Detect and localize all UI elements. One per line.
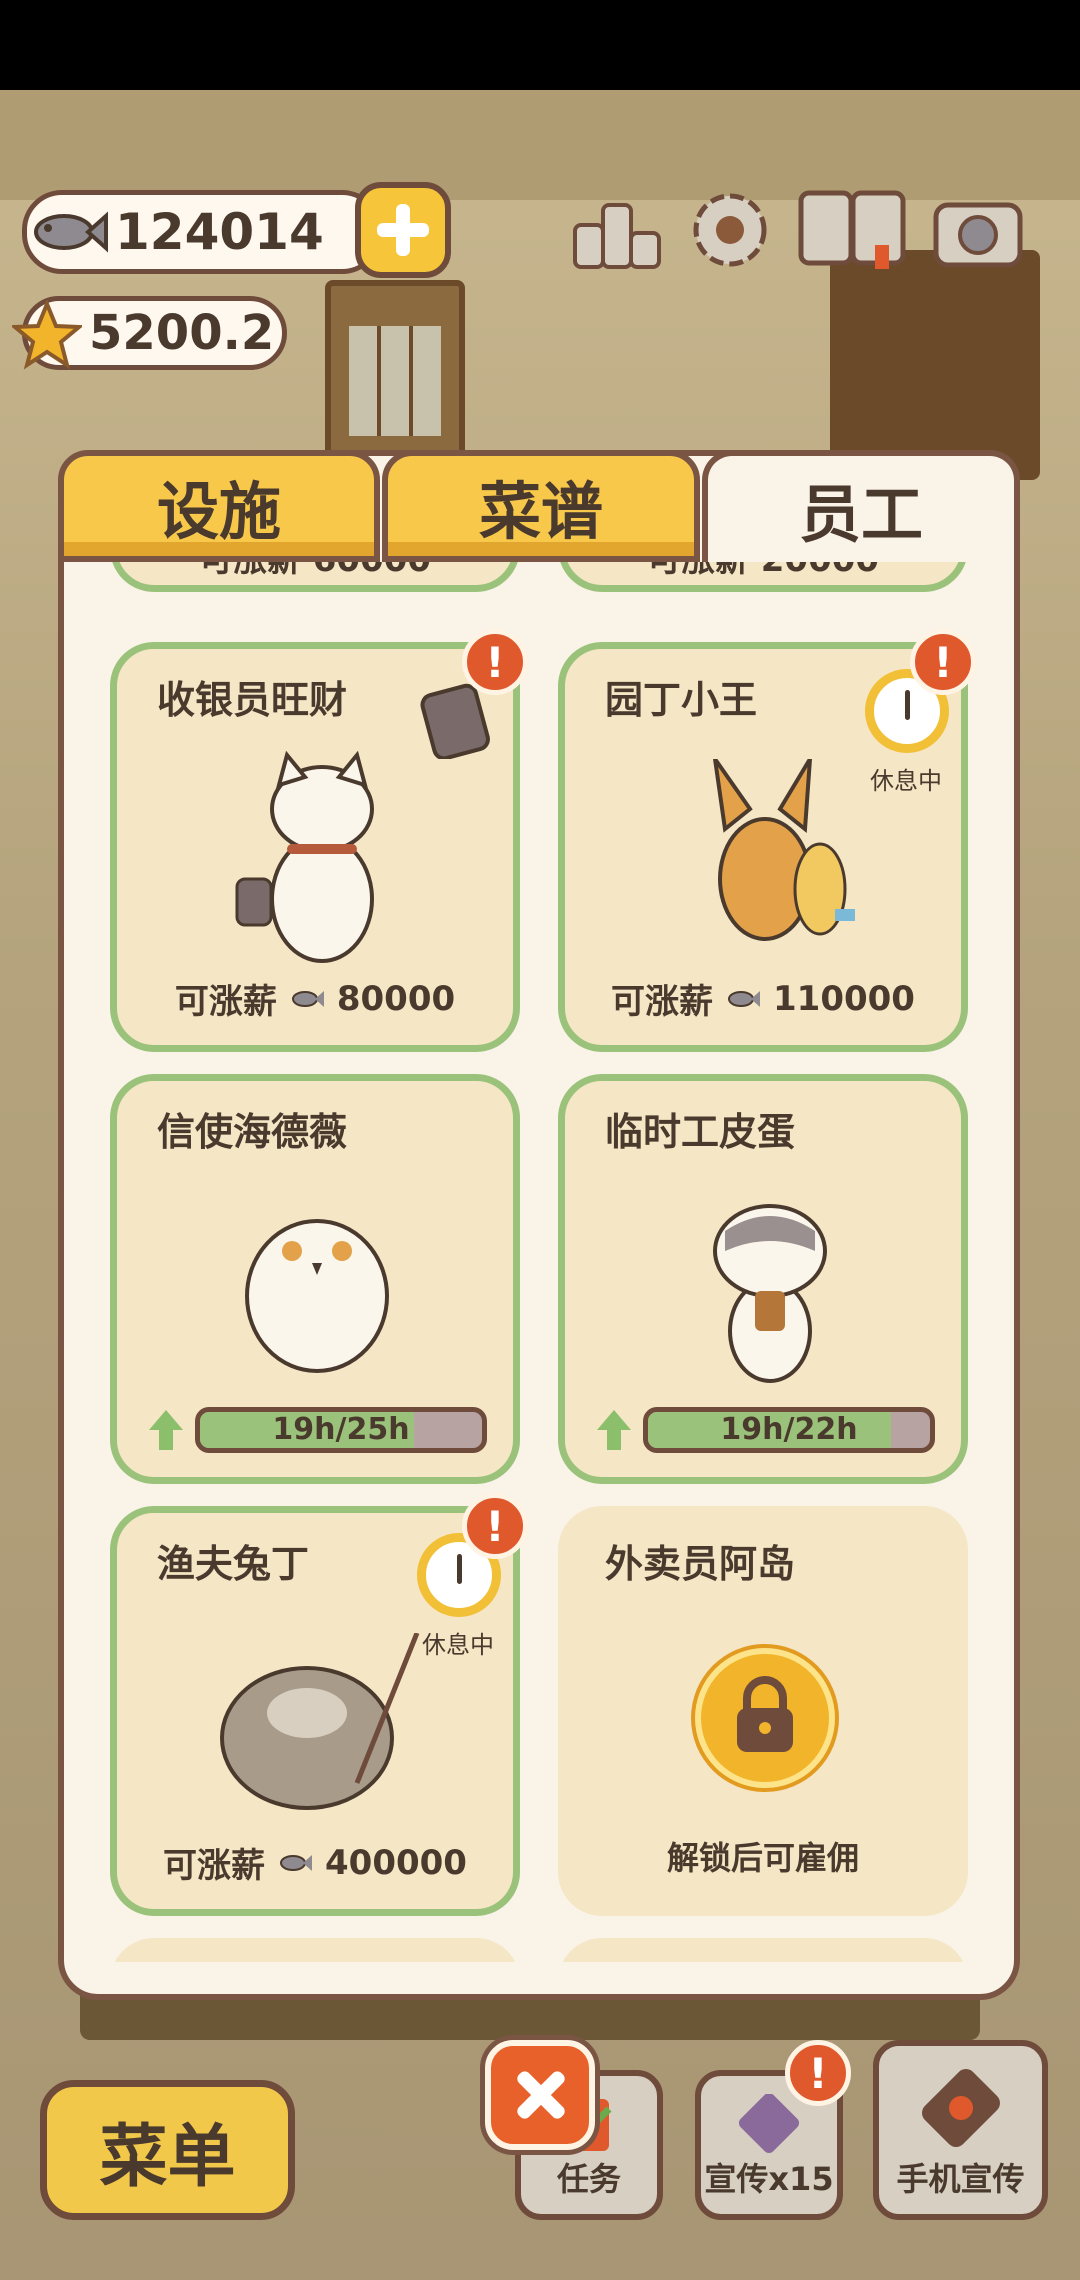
staff-card-partial[interactable]: 可涨薪 60000: [110, 562, 520, 592]
staff-card-messenger[interactable]: 信使海德薇 19h/25h: [110, 1074, 520, 1484]
staff-card-delivery-locked[interactable]: 外卖员阿岛 解锁后可雇佣: [558, 1506, 968, 1916]
raise-label: 可涨薪: [611, 982, 714, 1022]
partial-raise-text: 可涨薪 20000: [565, 562, 961, 581]
camera-icon[interactable]: [930, 185, 1025, 275]
progress-text: 19h/25h: [272, 1412, 410, 1447]
shelf-decoration: [830, 250, 1040, 480]
owl-messenger-avatar: [245, 1219, 389, 1373]
locked-hint: 解锁后可雇佣: [666, 1839, 859, 1877]
coin-amount: 124014: [115, 203, 324, 261]
raise-salary-row[interactable]: 可涨薪 110000: [565, 974, 961, 1023]
stamina-progress: 19h/22h: [595, 1405, 935, 1455]
window-decoration: [325, 280, 465, 460]
add-coins-button[interactable]: [355, 182, 451, 278]
album-book-icon[interactable]: [795, 185, 910, 275]
progress-bar: 19h/25h: [195, 1407, 487, 1453]
phone-promo-button[interactable]: 手机宣传: [873, 2040, 1048, 2220]
staff-name: 渔夫兔丁: [157, 1542, 310, 1586]
raise-label: 可涨薪: [163, 1846, 266, 1886]
staff-card-fisherman[interactable]: 渔夫兔丁 休息中 ! 可涨薪 400000: [110, 1493, 528, 1916]
staff-card-partial[interactable]: [558, 1938, 968, 1962]
staff-card-partial[interactable]: 可涨薪 20000: [558, 562, 968, 592]
staff-name: 外卖员阿岛: [605, 1542, 796, 1586]
tab-facilities[interactable]: 设施: [58, 450, 380, 562]
phone-icon: [921, 2069, 1000, 2147]
alert-badge: !: [462, 1493, 528, 1559]
tasks-label: 任务: [556, 2160, 621, 2198]
promo-alert-badge: !: [785, 2040, 851, 2106]
staff-grid: 可涨薪 60000 可涨薪 20000 收银员旺财 ! 可涨薪 80000 园丁…: [64, 562, 1014, 1962]
serval-gardener-avatar: [713, 759, 855, 941]
stamina-progress: 19h/25h: [147, 1405, 487, 1455]
staff-card-cashier[interactable]: 收银员旺财 ! 可涨薪 80000: [110, 629, 528, 1052]
star-amount: 5200.2: [89, 305, 275, 361]
tab-staff[interactable]: 员工: [702, 450, 1020, 562]
cat-cashier-avatar: [235, 750, 374, 963]
arrow-up-icon: [597, 1410, 631, 1450]
rest-status: 休息中: [422, 1631, 494, 1659]
staff-card-gardener[interactable]: 园丁小王 休息中 ! 可涨薪 110000: [558, 629, 976, 1052]
partial-raise-text: 可涨薪 60000: [117, 562, 513, 581]
fish-icon: [291, 990, 324, 1007]
alert-badge: !: [462, 629, 528, 695]
leaderboard-icon[interactable]: [570, 185, 665, 275]
rest-status: 休息中: [870, 767, 942, 795]
raise-salary-row[interactable]: 可涨薪 400000: [117, 1838, 513, 1887]
staff-name: 园丁小王: [605, 678, 758, 722]
settings-gear-icon[interactable]: [683, 185, 778, 275]
flyer-icon: [738, 2094, 800, 2154]
progress-text: 19h/22h: [720, 1412, 858, 1447]
raise-cost: 400000: [325, 1842, 467, 1883]
alert-badge: !: [910, 629, 976, 695]
raise-cost: 110000: [773, 978, 915, 1019]
cat-temp-worker-avatar: [713, 1204, 827, 1383]
menu-button[interactable]: 菜单: [40, 2080, 295, 2220]
staff-card-temp-worker[interactable]: 临时工皮蛋 19h/22h: [558, 1074, 968, 1484]
progress-bar: 19h/22h: [643, 1407, 935, 1453]
close-button[interactable]: [485, 2040, 595, 2150]
raise-cost: 80000: [336, 978, 456, 1019]
star-icon: [12, 300, 82, 370]
phone-promo-label: 手机宣传: [896, 2160, 1025, 2198]
staff-name: 收银员旺财: [157, 678, 348, 722]
wall-band: [0, 90, 1080, 200]
staff-name: 信使海德薇: [157, 1110, 348, 1154]
tab-recipes[interactable]: 菜谱: [382, 450, 700, 562]
promo-label: 宣传x15: [704, 2160, 834, 2198]
lock-icon: [695, 1648, 835, 1788]
status-bar: [0, 0, 1080, 90]
fish-icon: [728, 990, 761, 1007]
raise-salary-row[interactable]: 可涨薪 80000: [117, 974, 513, 1023]
staff-card-partial[interactable]: [110, 1938, 520, 1962]
raise-label: 可涨薪: [174, 982, 277, 1022]
arrow-up-icon: [149, 1410, 183, 1450]
fish-icon: [280, 1854, 313, 1871]
manul-fisherman-avatar: [220, 1633, 420, 1810]
staff-name: 临时工皮蛋: [605, 1110, 796, 1154]
fish-icon: [34, 211, 108, 253]
